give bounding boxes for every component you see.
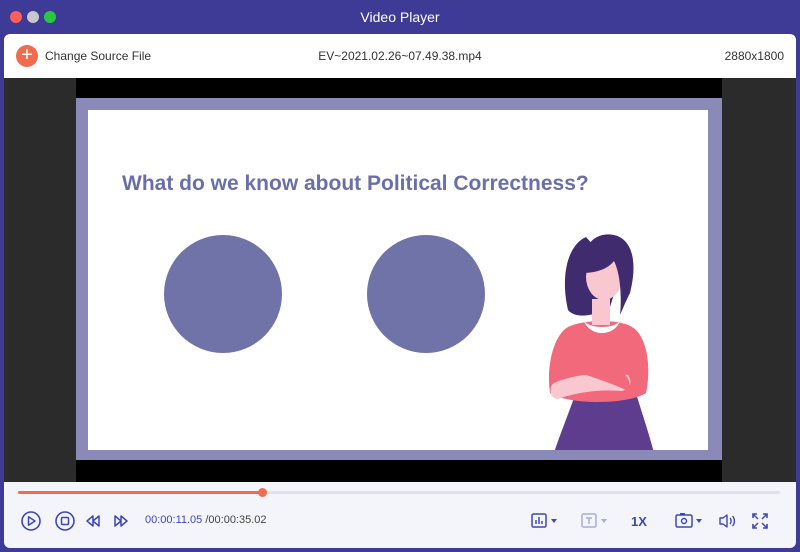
slide-heading: What do we know about Political Correctn… xyxy=(122,172,589,195)
video-frame[interactable]: What do we know about Political Correctn… xyxy=(76,78,722,482)
slide-circle-left xyxy=(164,235,282,353)
playback-controls: 00:00:11.05 /00:00:35.02 1X xyxy=(4,482,796,548)
top-toolbar: + Change Source File EV~2021.02.26~07.49… xyxy=(4,34,796,78)
play-icon[interactable] xyxy=(20,510,42,532)
fast-forward-icon[interactable] xyxy=(112,510,130,532)
snapshot-icon[interactable] xyxy=(674,510,708,532)
audio-track-icon[interactable] xyxy=(530,510,562,532)
slide-border: What do we know about Political Correctn… xyxy=(76,98,722,460)
change-source-button[interactable]: + xyxy=(16,45,38,67)
slide-circle-right xyxy=(367,235,485,353)
fullscreen-icon[interactable] xyxy=(750,510,770,532)
current-time: 00:00:11.05 xyxy=(145,514,203,526)
volume-icon[interactable] xyxy=(718,510,738,532)
progress-fill xyxy=(18,491,262,494)
total-duration: /00:00:35.02 xyxy=(202,514,267,526)
video-stage[interactable]: What do we know about Political Correctn… xyxy=(4,78,796,482)
video-player-window: Video Player + Change Source File EV~202… xyxy=(0,0,800,552)
title-bar: Video Player xyxy=(0,0,800,34)
plus-icon: + xyxy=(21,44,33,66)
change-source-label[interactable]: Change Source File xyxy=(45,49,151,63)
stop-icon[interactable] xyxy=(54,510,76,532)
progress-bar[interactable] xyxy=(18,488,780,497)
presenter-illustration xyxy=(548,234,654,450)
progress-handle[interactable] xyxy=(257,488,267,497)
window-title: Video Player xyxy=(360,9,440,25)
subtitle-icon[interactable] xyxy=(580,510,612,532)
time-display: 00:00:11.05 /00:00:35.02 xyxy=(145,514,267,526)
rewind-icon[interactable] xyxy=(84,510,102,532)
playback-speed-button[interactable]: 1X xyxy=(631,514,647,529)
presentation-slide: What do we know about Political Correctn… xyxy=(88,110,708,450)
video-resolution: 2880x1800 xyxy=(724,49,784,63)
